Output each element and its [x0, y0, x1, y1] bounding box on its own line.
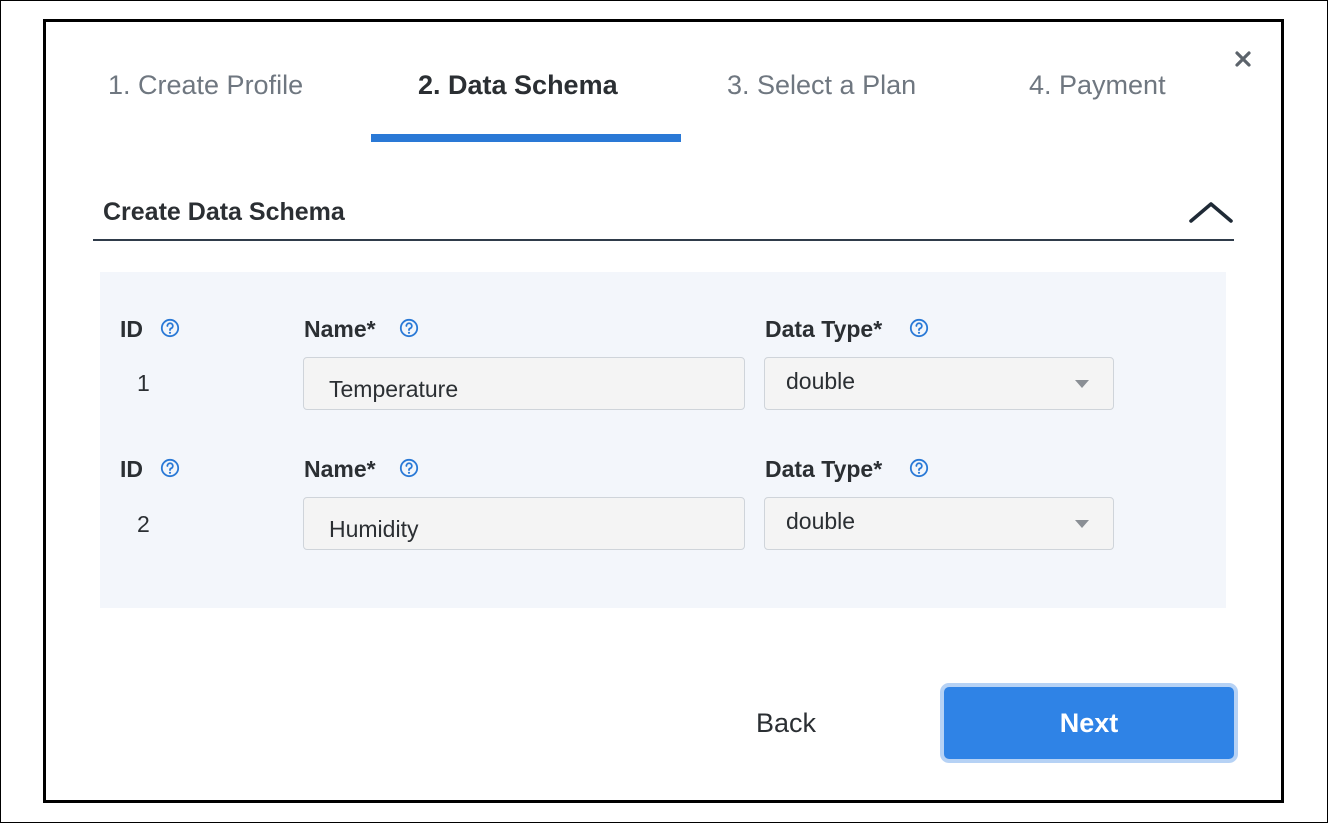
row-id: 1 — [137, 370, 150, 396]
schema-fields-panel — [100, 272, 1226, 608]
chevron-up-icon[interactable] — [1188, 199, 1234, 225]
name-field[interactable] — [303, 357, 745, 410]
row-id: 2 — [137, 511, 150, 537]
name-label: Name* — [304, 456, 376, 482]
tab-data-schema[interactable]: 2. Data Schema — [418, 70, 618, 101]
help-icon[interactable] — [909, 458, 929, 478]
next-button[interactable]: Next — [940, 683, 1238, 763]
data-type-select[interactable]: double — [764, 357, 1114, 410]
active-tab-indicator — [371, 134, 681, 142]
help-icon[interactable] — [160, 318, 180, 338]
help-icon[interactable] — [399, 318, 419, 338]
data-type-value: double — [786, 368, 856, 394]
tab-payment[interactable]: 4. Payment — [1029, 70, 1166, 101]
data-type-label: Data Type* — [765, 316, 883, 342]
data-type-label: Data Type* — [765, 456, 883, 482]
section-divider — [93, 239, 1234, 241]
close-icon[interactable] — [1232, 48, 1254, 70]
help-icon[interactable] — [160, 458, 180, 478]
tab-create-profile[interactable]: 1. Create Profile — [108, 70, 303, 101]
help-icon[interactable] — [909, 318, 929, 338]
back-button[interactable]: Back — [740, 697, 832, 749]
data-type-value: double — [786, 508, 856, 534]
help-icon[interactable] — [399, 458, 419, 478]
tab-select-a-plan[interactable]: 3. Select a Plan — [727, 70, 916, 101]
caret-down-icon — [1075, 380, 1089, 388]
id-label: ID — [120, 456, 143, 482]
data-type-select[interactable]: double — [764, 497, 1114, 550]
section-title: Create Data Schema — [103, 198, 345, 226]
id-label: ID — [120, 316, 143, 342]
name-field[interactable] — [303, 497, 745, 550]
name-label: Name* — [304, 316, 376, 342]
caret-down-icon — [1075, 520, 1089, 528]
